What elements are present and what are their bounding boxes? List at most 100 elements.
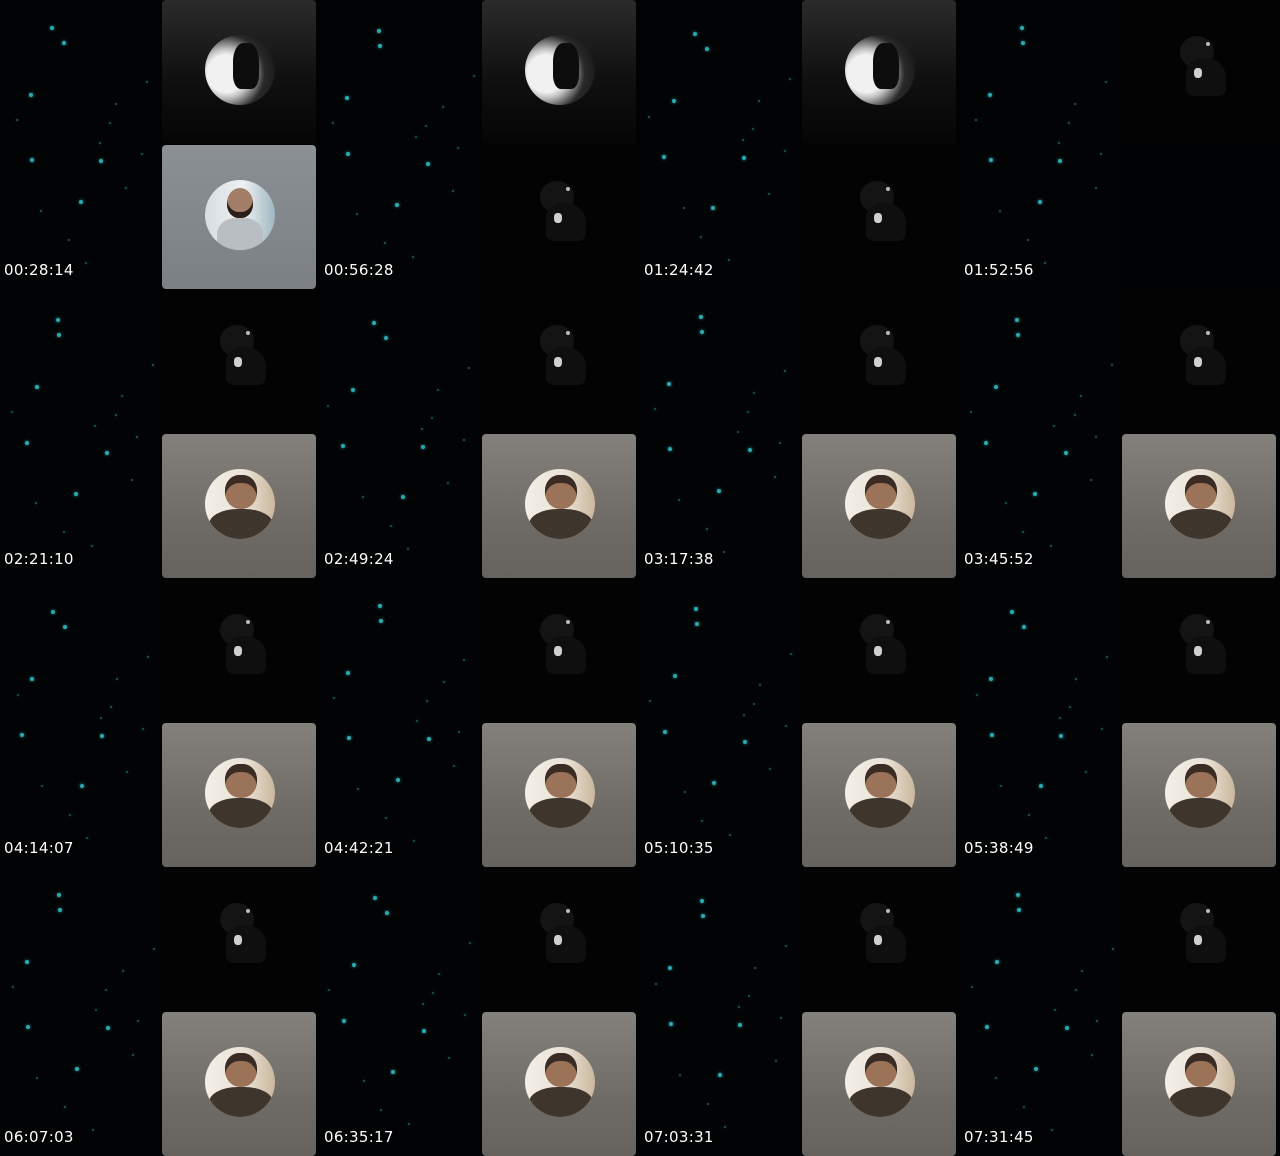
star-dot — [438, 973, 440, 975]
video-frame-15[interactable]: 07:03:31 — [640, 867, 960, 1156]
participant-column — [480, 578, 640, 867]
star-dot — [373, 896, 377, 900]
star-dot — [1045, 837, 1047, 839]
star-dot — [74, 492, 78, 496]
star-dot — [91, 545, 93, 547]
star-dot — [94, 425, 96, 427]
silhouette-shape — [246, 331, 250, 335]
video-frame-1[interactable]: 00:28:14 — [0, 0, 320, 289]
participant-tile-top — [1122, 578, 1276, 722]
star-dot — [75, 1067, 79, 1071]
silhouette-shape — [546, 203, 586, 241]
star-dot — [380, 1109, 382, 1111]
star-dot — [747, 411, 749, 413]
participant-column — [160, 0, 320, 289]
star-dot — [663, 730, 667, 734]
participant-tile-top — [162, 0, 316, 144]
star-dot — [463, 659, 465, 661]
star-dot — [1091, 1054, 1093, 1056]
star-dot — [116, 678, 118, 680]
silhouette-shape — [886, 331, 890, 335]
silhouette-shape — [226, 636, 266, 674]
video-frame-14[interactable]: 06:35:17 — [320, 867, 640, 1156]
participant-silhouette — [1166, 606, 1234, 676]
star-dot — [125, 187, 127, 189]
video-frame-6[interactable]: 02:49:24 — [320, 289, 640, 578]
silhouette-shape — [1206, 620, 1210, 624]
star-dot — [995, 1077, 997, 1079]
video-frame-5[interactable]: 02:21:10 — [0, 289, 320, 578]
video-frame-3[interactable]: 01:24:42 — [640, 0, 960, 289]
silhouette-shape — [1194, 935, 1202, 945]
star-dot — [1022, 531, 1024, 533]
star-dot — [1010, 610, 1014, 614]
timestamp-label: 06:07:03 — [4, 1128, 74, 1146]
star-dot — [391, 1070, 395, 1074]
star-dot — [667, 382, 671, 386]
star-dot — [748, 448, 752, 452]
participant-tile-top — [1122, 867, 1276, 1011]
star-dot — [442, 106, 444, 108]
star-dot — [327, 405, 329, 407]
participant-avatar — [845, 1047, 915, 1117]
participant-tile-bottom — [1122, 723, 1276, 867]
star-dot — [29, 93, 33, 97]
star-dot — [988, 93, 992, 97]
star-dot — [132, 1054, 134, 1056]
star-dot — [85, 262, 87, 264]
video-frame-8[interactable]: 03:45:52 — [960, 289, 1280, 578]
video-frame-4[interactable]: 01:52:56 — [960, 0, 1280, 289]
participant-tile-bottom — [802, 1012, 956, 1156]
silhouette-shape — [1194, 68, 1202, 78]
star-dot — [655, 983, 657, 985]
silhouette-shape — [554, 646, 562, 656]
star-dot — [1050, 545, 1052, 547]
star-dot — [413, 840, 415, 842]
video-frame-12[interactable]: 05:38:49 — [960, 578, 1280, 867]
star-dot — [357, 788, 359, 790]
participant-tile-bottom — [482, 145, 636, 289]
silhouette-shape — [866, 347, 906, 385]
video-frame-7[interactable]: 03:17:38 — [640, 289, 960, 578]
thumbnail-grid: 00:28:14 00:56:28 01:24:42 01:52:56 02:2… — [0, 0, 1280, 1156]
star-dot — [431, 417, 433, 419]
star-dot — [694, 607, 698, 611]
star-dot — [999, 210, 1001, 212]
star-dot — [427, 737, 431, 741]
video-frame-16[interactable]: 07:31:45 — [960, 867, 1280, 1156]
participant-column — [800, 0, 960, 289]
star-dot — [1096, 1020, 1098, 1022]
star-dot — [426, 700, 428, 702]
silhouette-shape — [874, 213, 882, 223]
star-dot — [432, 992, 434, 994]
star-dot — [407, 548, 409, 550]
participant-silhouette — [846, 317, 914, 387]
star-dot — [768, 193, 770, 195]
star-dot — [785, 725, 787, 727]
star-dot — [774, 476, 776, 478]
star-dot — [36, 1077, 38, 1079]
star-dot — [422, 1029, 426, 1033]
star-dot — [717, 489, 721, 493]
star-dot — [79, 200, 83, 204]
star-dot — [378, 44, 382, 48]
star-dot — [683, 207, 685, 209]
participant-column — [160, 578, 320, 867]
video-frame-11[interactable]: 05:10:35 — [640, 578, 960, 867]
star-dot — [1074, 103, 1076, 105]
video-frame-9[interactable]: 04:14:07 — [0, 578, 320, 867]
star-dot — [447, 482, 449, 484]
video-frame-2[interactable]: 00:56:28 — [320, 0, 640, 289]
video-frame-10[interactable]: 04:42:21 — [320, 578, 640, 867]
participant-tile-top — [482, 578, 636, 722]
star-dot — [347, 736, 351, 740]
star-dot — [384, 242, 386, 244]
star-dot — [63, 625, 67, 629]
star-dot — [126, 771, 128, 773]
video-frame-13[interactable]: 06:07:03 — [0, 867, 320, 1156]
star-dot — [346, 152, 350, 156]
star-dot — [443, 681, 445, 683]
star-dot — [748, 995, 750, 997]
silhouette-shape — [234, 357, 242, 367]
silhouette-shape — [234, 646, 242, 656]
